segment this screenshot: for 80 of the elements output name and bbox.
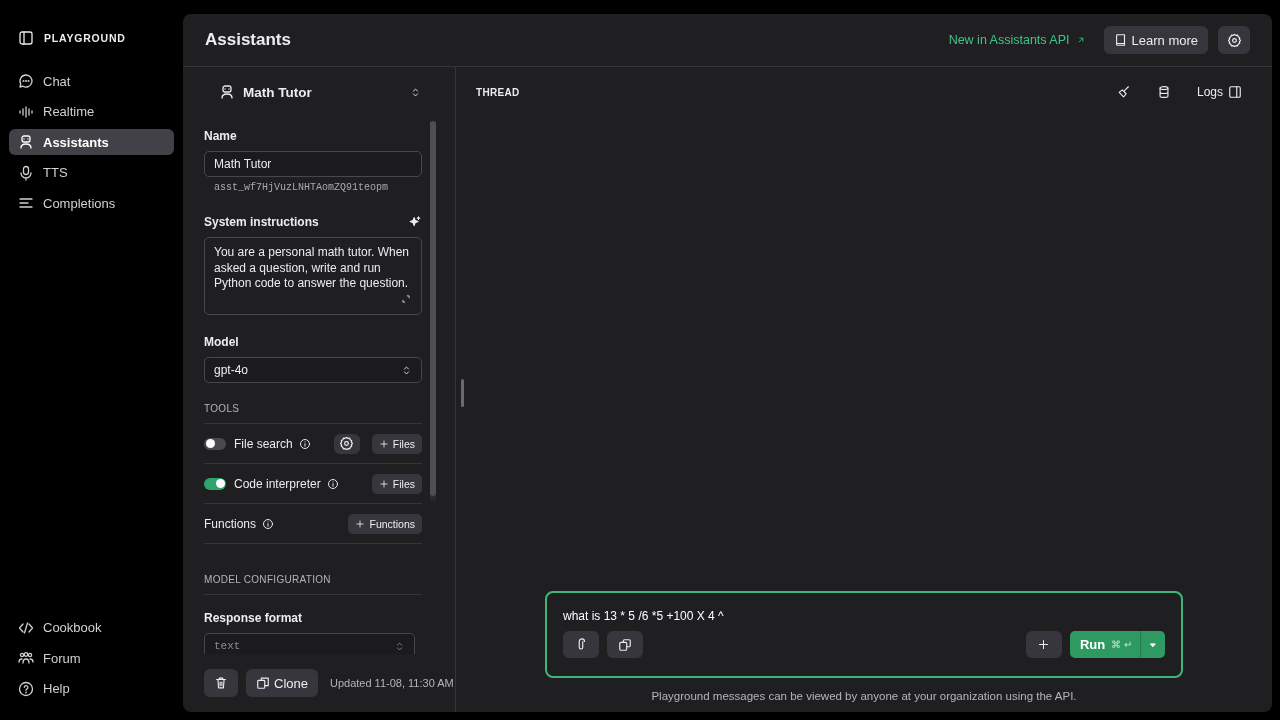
sidebar-item[interactable]: TTS [9, 159, 174, 186]
message-composer[interactable]: what is 13 * 5 /6 *5 +100 X 4 ^ Run ⌘ ↵ [545, 591, 1183, 678]
playground-title: PLAYGROUND [44, 32, 126, 44]
run-button[interactable]: Run ⌘ ↵ [1069, 631, 1140, 658]
plus-icon [378, 438, 389, 449]
sidebar-item[interactable]: Assistants [9, 129, 174, 155]
sidebar-item[interactable]: Cookbook [9, 614, 174, 641]
code-icon [18, 619, 34, 636]
database-icon [1156, 85, 1171, 99]
help-icon [18, 680, 34, 697]
scrollbar-thumb[interactable] [430, 121, 436, 496]
resize-handle[interactable] [461, 379, 464, 407]
sidebar-panel-icon [18, 30, 34, 46]
updated-time: Updated 11-08, 11:30 AM [329, 677, 454, 689]
images-button[interactable] [607, 631, 643, 658]
instructions-field[interactable]: You are a personal math tutor. When asked a question, write and run Python code to answer the question. [204, 237, 422, 315]
sidebar-item[interactable]: Help [9, 675, 174, 702]
info-icon [298, 437, 311, 450]
plus-icon [355, 518, 366, 529]
add-button[interactable]: Files [371, 433, 422, 454]
tool-label: Functions [204, 516, 257, 531]
sidebar-item[interactable]: Realtime [9, 98, 174, 125]
info-icon [262, 517, 275, 530]
gear-icon [339, 436, 355, 451]
clone-button[interactable]: Clone [246, 669, 318, 697]
field-label: System instructions [204, 215, 319, 229]
tool-settings-button[interactable] [333, 433, 360, 454]
thread-title: THREAD [476, 86, 521, 98]
stacked-squares-icon [618, 637, 632, 652]
generate-button[interactable] [408, 215, 422, 229]
sidebar-item[interactable]: Completions [9, 190, 174, 216]
name-field[interactable]: Math Tutor [204, 151, 422, 177]
chat-bubble-icon [18, 73, 34, 89]
robot-icon [18, 134, 34, 150]
database-button[interactable] [1156, 85, 1171, 99]
plus-icon [1037, 638, 1051, 651]
people-icon [18, 650, 34, 666]
sidebar-item[interactable]: Forum [9, 645, 174, 671]
field-label: Response format [204, 611, 304, 625]
expand-icon [401, 294, 411, 304]
assistant-selector[interactable]: Math Tutor [183, 67, 455, 117]
attach-button[interactable] [563, 631, 599, 658]
field-label: Model [204, 335, 240, 349]
logs-button[interactable]: Logs [1196, 85, 1242, 99]
settings-button[interactable] [1218, 26, 1250, 54]
broom-icon [1116, 85, 1131, 99]
tool-label: File search [234, 436, 293, 451]
microphone-icon [18, 164, 34, 181]
lines-icon [18, 195, 34, 211]
robot-icon [219, 84, 235, 100]
section-heading: MODEL CONFIGURATION [204, 574, 422, 595]
copy-icon [256, 676, 270, 690]
section-heading: TOOLS [204, 403, 241, 416]
learn-more-button[interactable]: Learn more [1103, 26, 1208, 54]
add-button[interactable]: Files [371, 473, 422, 494]
response-format-select[interactable]: text [204, 633, 415, 654]
news-link[interactable]: New in Assistants API [948, 33, 1086, 47]
panel-icon [1228, 85, 1242, 99]
chevron-updown-icon [401, 364, 412, 376]
sparkle-icon [408, 215, 422, 229]
info-icon [326, 477, 339, 490]
chevron-updown-icon [410, 86, 421, 98]
delete-button[interactable] [204, 669, 238, 697]
trash-icon [214, 676, 228, 690]
assistant-id: asst_wf7HjVuzLNHTAomZQ91teopm [214, 182, 390, 193]
page-title: Assistants [205, 30, 292, 50]
toggle-switch[interactable] [204, 437, 226, 450]
disclaimer: Playground messages can be viewed by anyone at your organization using the API. [650, 690, 1078, 702]
plus-icon [378, 478, 389, 489]
settings-icon [1226, 32, 1242, 48]
toggle-switch[interactable] [204, 477, 226, 490]
chevron-updown-icon [394, 640, 405, 652]
run-options-button[interactable] [1140, 631, 1165, 658]
tool-label: Code interpreter [234, 476, 321, 491]
field-label: Name [204, 129, 238, 143]
sidebar-item[interactable]: Chat [9, 68, 174, 94]
add-button[interactable]: Functions [348, 513, 422, 534]
clear-button[interactable] [1116, 85, 1131, 99]
model-select[interactable]: gpt-4o [204, 357, 422, 383]
book-icon [1113, 33, 1128, 47]
